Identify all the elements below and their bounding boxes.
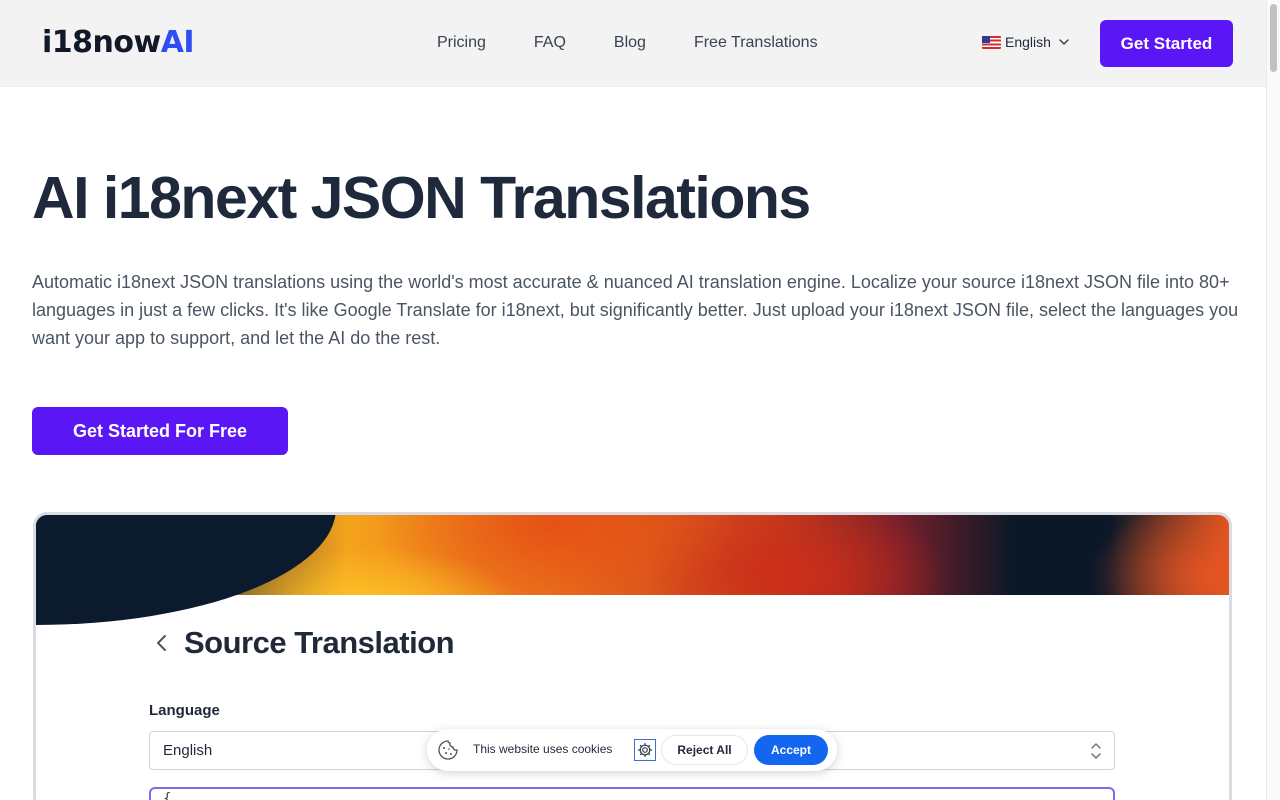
cookie-icon	[438, 740, 458, 760]
page-scrollbar[interactable]	[1266, 0, 1280, 800]
nav-blog[interactable]: Blog	[614, 32, 646, 54]
cookie-settings-button[interactable]	[634, 739, 656, 761]
reject-all-button[interactable]: Reject All	[661, 735, 748, 765]
language-label: English	[1005, 34, 1051, 50]
get-started-button[interactable]: Get Started	[1100, 20, 1233, 67]
site-header: i18nowAI Pricing FAQ Blog Free Translati…	[0, 0, 1266, 87]
chevron-down-icon	[1059, 39, 1069, 45]
page-title: AI i18next JSON Translations	[32, 165, 811, 231]
source-translation-title: Source Translation	[184, 625, 455, 660]
logo-part-ai: AI	[160, 25, 195, 60]
nav-pricing[interactable]: Pricing	[437, 32, 486, 54]
accept-button[interactable]: Accept	[754, 735, 828, 765]
logo-part-now: now	[92, 25, 162, 60]
get-started-free-button[interactable]: Get Started For Free	[32, 407, 288, 455]
us-flag-icon	[982, 35, 1001, 49]
language-selector[interactable]: English	[982, 34, 1071, 50]
preview-banner-gradient	[36, 515, 1229, 625]
gear-icon	[637, 742, 653, 758]
scrollbar-thumb[interactable]	[1270, 4, 1277, 72]
select-arrows-icon	[1091, 743, 1101, 759]
main-nav: Pricing FAQ Blog Free Translations	[437, 32, 818, 54]
json-editor[interactable]: {	[149, 787, 1115, 800]
cookie-consent-bar: This website uses cookies Reject All Acc…	[427, 729, 837, 771]
logo-part-i18: i18	[42, 25, 93, 60]
json-editor-content: {	[163, 791, 172, 800]
logo[interactable]: i18nowAI	[42, 24, 195, 62]
nav-faq[interactable]: FAQ	[534, 32, 566, 54]
nav-free-translations[interactable]: Free Translations	[694, 32, 818, 54]
back-chevron-icon[interactable]	[154, 633, 170, 653]
cookie-message: This website uses cookies	[473, 742, 613, 756]
language-field-label: Language	[149, 702, 220, 719]
language-select-value: English	[163, 742, 213, 759]
hero-description: Automatic i18next JSON translations usin…	[32, 272, 1239, 348]
